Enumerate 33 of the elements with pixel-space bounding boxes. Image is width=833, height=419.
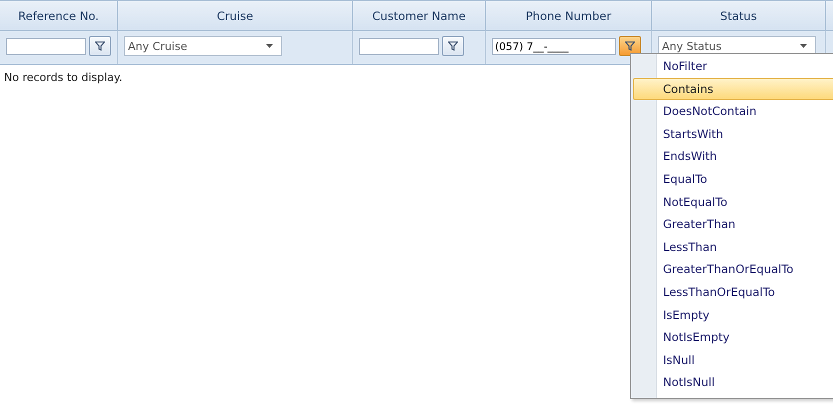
dropdown-arrow-icon [800, 44, 807, 48]
filter-input[interactable]: (057) 7__-____ [492, 38, 616, 55]
menu-item[interactable]: GreaterThanOrEqualTo [633, 258, 833, 281]
filter-button[interactable] [619, 36, 641, 56]
menu-item[interactable]: NotEqualTo [633, 190, 833, 214]
menu-item[interactable]: NotIsNull [633, 371, 833, 394]
menu-item[interactable]: GreaterThan [633, 213, 833, 236]
menu-item[interactable]: DoesNotContain [633, 100, 833, 123]
filter-button[interactable] [89, 36, 111, 56]
menu-item[interactable]: IsEmpty [633, 304, 833, 326]
column-header[interactable]: Reference No. [0, 1, 118, 30]
empty-message: No records to display. [3, 70, 124, 86]
dropdown-arrow-icon [266, 44, 273, 48]
menu-item[interactable]: StartsWith [633, 122, 833, 146]
filter-dropdown[interactable]: Any Cruise [124, 36, 282, 56]
column-header[interactable]: Cruise [118, 1, 353, 30]
column-header[interactable]: Phone Number [486, 1, 652, 30]
menu-item[interactable]: LessThanOrEqualTo [633, 280, 833, 304]
column-header[interactable]: Customer Name [353, 1, 486, 30]
menu-item[interactable]: NoFilter [633, 55, 833, 78]
menu-item[interactable]: EndsWith [633, 145, 833, 168]
menu-item[interactable]: Contains [633, 78, 833, 100]
menu-item[interactable]: IsNull [633, 348, 833, 372]
filter-button[interactable] [442, 36, 464, 56]
menu-item[interactable]: EqualTo [633, 168, 833, 191]
menu-item[interactable]: LessThan [633, 236, 833, 258]
filter-icon [625, 41, 635, 51]
filter-icon [448, 41, 458, 51]
filter-input[interactable] [359, 38, 439, 55]
filter-icon [95, 41, 105, 51]
column-header[interactable]: Status [652, 1, 826, 30]
menu-item[interactable]: NotIsEmpty [633, 326, 833, 349]
filter-input[interactable] [6, 38, 86, 55]
